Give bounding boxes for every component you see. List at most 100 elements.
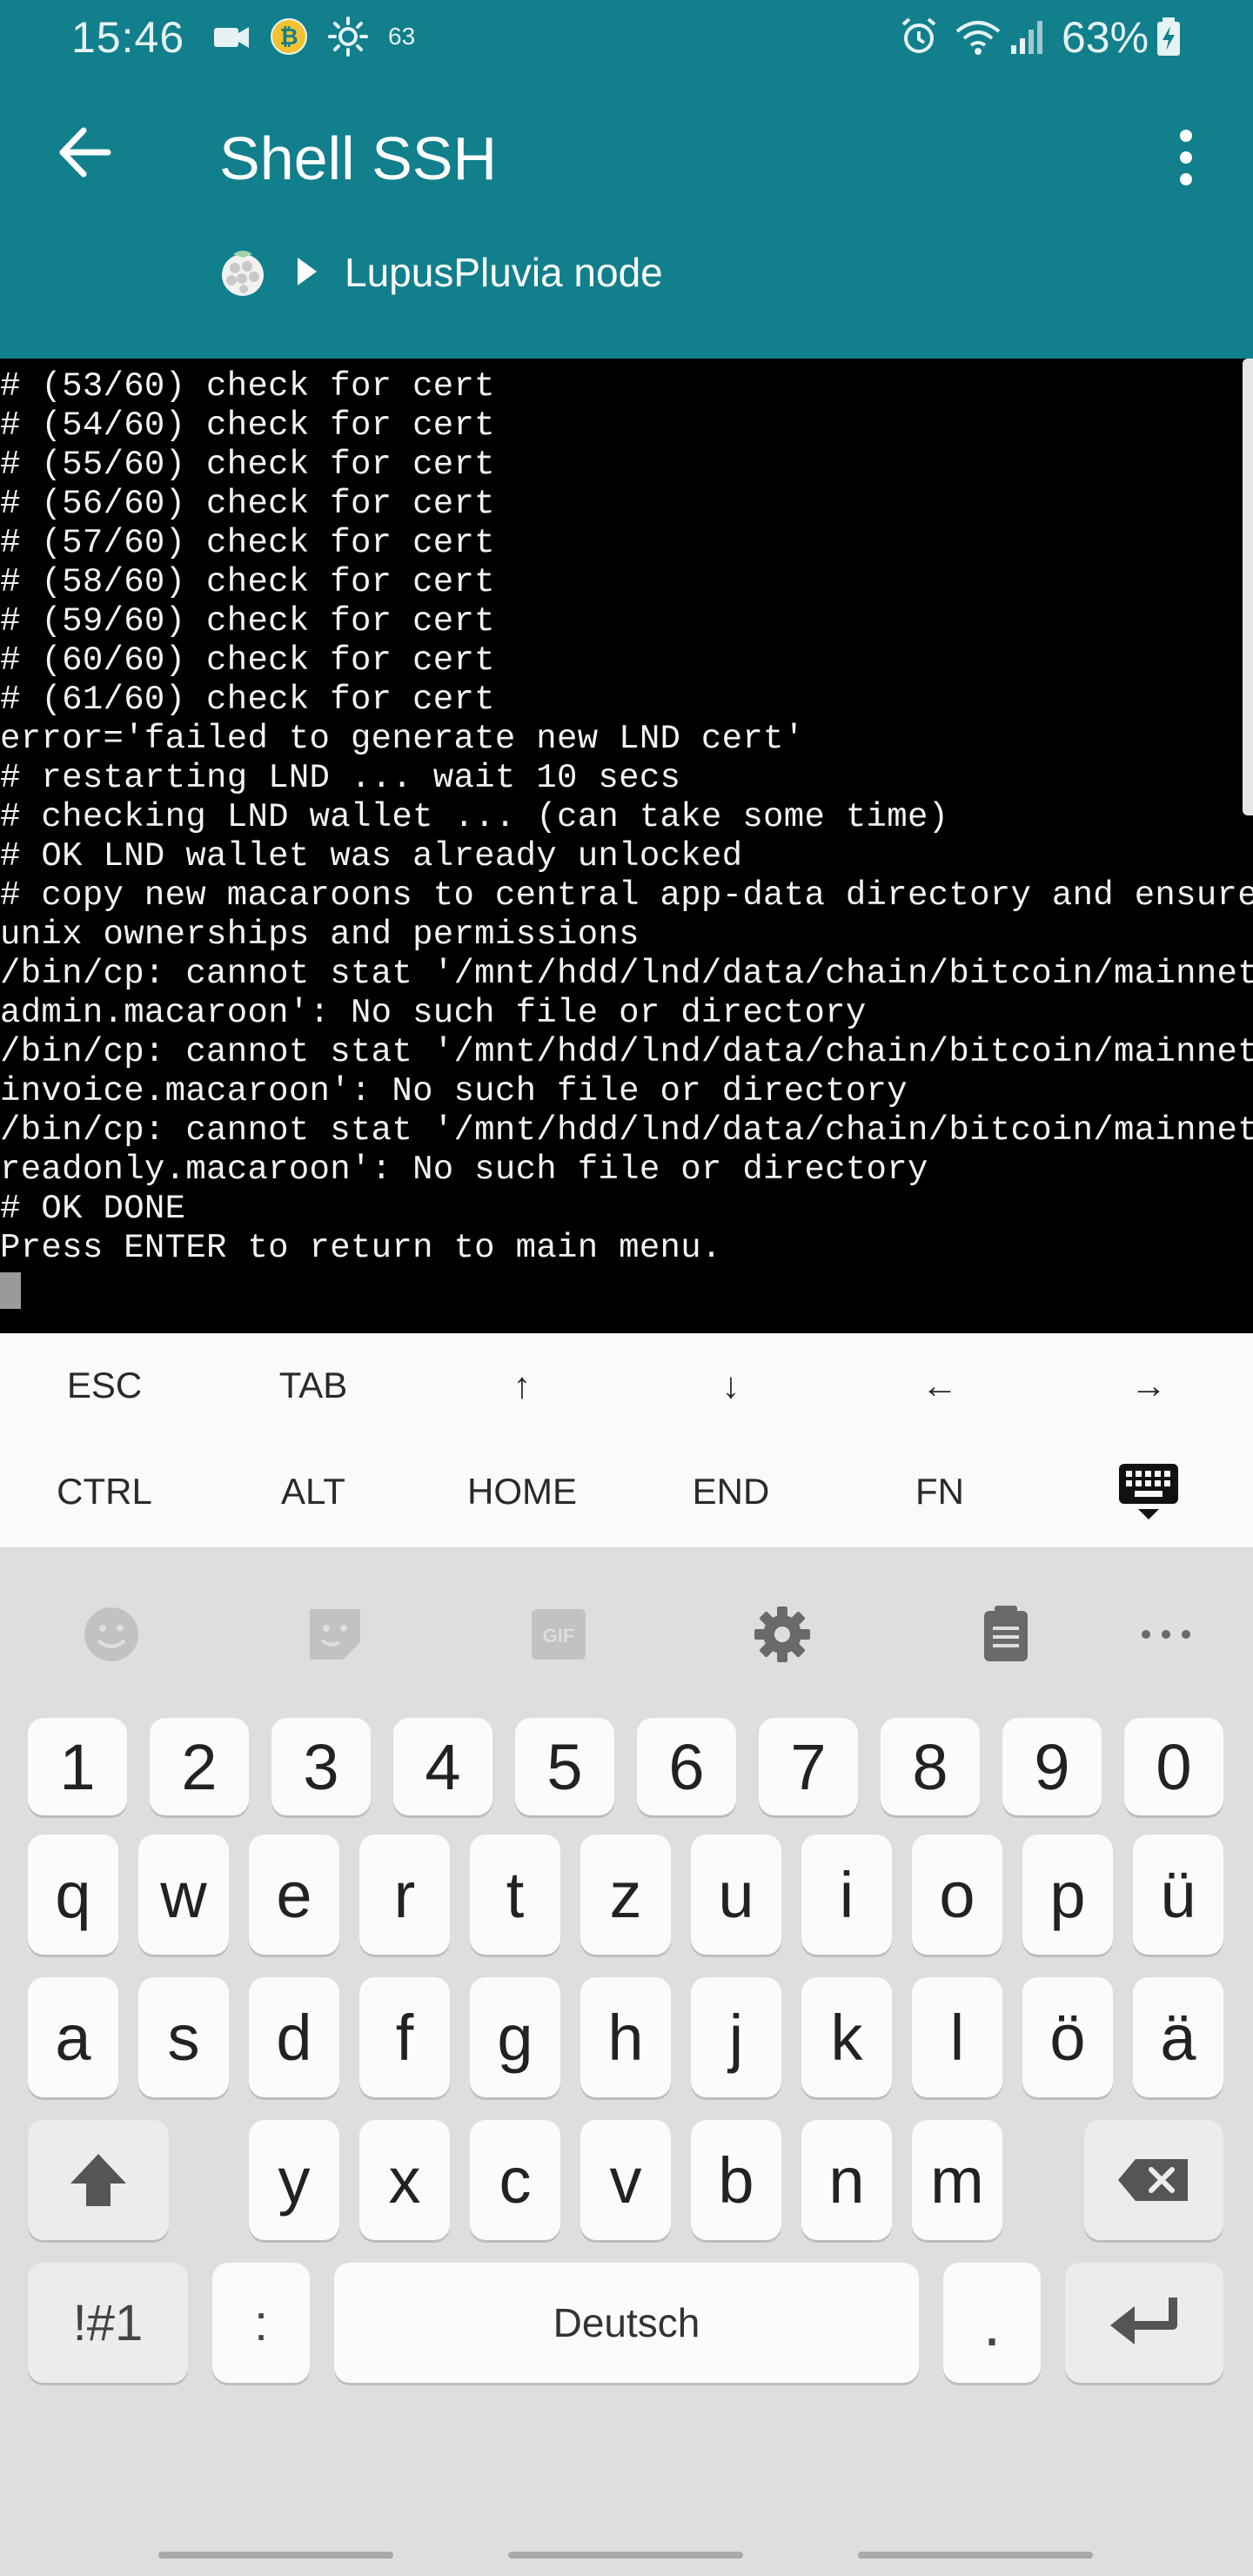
gif-icon: GIF bbox=[532, 1609, 586, 1660]
nav-back-handle[interactable] bbox=[858, 2552, 1093, 2559]
terminal-line: admin.macaroon': No such file or directo… bbox=[0, 994, 867, 1032]
key-a[interactable]: a bbox=[28, 1977, 118, 2097]
clipboard-button[interactable] bbox=[971, 1600, 1041, 1669]
extra-keys-bar: ESC TAB ↑ ↓ ← → CTRL ALT HOME END FN bbox=[0, 1333, 1253, 1547]
sticker-button[interactable] bbox=[300, 1600, 370, 1669]
brightness-icon bbox=[328, 17, 368, 57]
arrow-left-key[interactable]: ← bbox=[835, 1333, 1044, 1438]
terminal-line: # (61/60) check for cert bbox=[0, 681, 495, 719]
tab-key[interactable]: TAB bbox=[209, 1333, 418, 1438]
key-o[interactable]: o bbox=[912, 1835, 1002, 1955]
key-9[interactable]: 9 bbox=[1002, 1718, 1102, 1815]
signal-icon bbox=[1011, 21, 1042, 54]
shift-key[interactable] bbox=[28, 2120, 169, 2240]
keyboard-toggle-button[interactable] bbox=[1044, 1439, 1253, 1544]
key-s[interactable]: s bbox=[138, 1977, 229, 2097]
terminal-view[interactable]: # (53/60) check for cert # (54/60) check… bbox=[0, 359, 1253, 1333]
enter-icon bbox=[1110, 2298, 1177, 2345]
terminal-line: /bin/cp: cannot stat '/mnt/hdd/lnd/data/… bbox=[0, 1033, 1253, 1071]
ctrl-key[interactable]: CTRL bbox=[0, 1439, 209, 1544]
page-title: Shell SSH bbox=[219, 124, 498, 192]
key-5[interactable]: 5 bbox=[515, 1718, 614, 1815]
colon-key[interactable]: : bbox=[212, 2263, 310, 2383]
key-i[interactable]: i bbox=[801, 1835, 892, 1955]
key-q[interactable]: q bbox=[28, 1835, 118, 1955]
key-z[interactable]: z bbox=[580, 1835, 671, 1955]
key-8[interactable]: 8 bbox=[881, 1718, 980, 1815]
nav-home-handle[interactable] bbox=[508, 2552, 743, 2559]
raspberry-icon bbox=[222, 251, 264, 296]
terminal-line: # (59/60) check for cert bbox=[0, 602, 495, 641]
key-d[interactable]: d bbox=[249, 1977, 339, 2097]
key-t[interactable]: t bbox=[470, 1835, 560, 1955]
key-ue[interactable]: ü bbox=[1133, 1835, 1223, 1955]
key-y[interactable]: y bbox=[249, 2120, 339, 2240]
alt-key[interactable]: ALT bbox=[209, 1439, 418, 1544]
home-key[interactable]: HOME bbox=[418, 1439, 626, 1544]
key-b[interactable]: b bbox=[691, 2120, 781, 2240]
key-g[interactable]: g bbox=[470, 1977, 560, 2097]
terminal-line: # copy new macaroons to central app-data… bbox=[0, 876, 1253, 915]
key-w[interactable]: w bbox=[138, 1835, 229, 1955]
key-1[interactable]: 1 bbox=[28, 1718, 127, 1815]
terminal-scrollbar[interactable] bbox=[1243, 359, 1253, 815]
key-j[interactable]: j bbox=[691, 1977, 781, 2097]
terminal-line: # OK DONE bbox=[0, 1190, 186, 1228]
more-button[interactable] bbox=[1131, 1600, 1201, 1669]
end-key[interactable]: END bbox=[626, 1439, 835, 1544]
key-f[interactable]: f bbox=[359, 1977, 450, 2097]
key-e[interactable]: e bbox=[249, 1835, 339, 1955]
space-key[interactable]: Deutsch bbox=[334, 2263, 919, 2383]
key-2[interactable]: 2 bbox=[150, 1718, 249, 1815]
key-c[interactable]: c bbox=[470, 2120, 560, 2240]
arrow-down-key[interactable]: ↓ bbox=[626, 1333, 835, 1438]
symbols-key-label: !#1 bbox=[72, 2294, 144, 2351]
key-ae[interactable]: ä bbox=[1133, 1977, 1223, 2097]
key-3[interactable]: 3 bbox=[271, 1718, 371, 1815]
key-p[interactable]: p bbox=[1022, 1835, 1113, 1955]
fn-key[interactable]: FN bbox=[835, 1439, 1044, 1544]
key-k[interactable]: k bbox=[801, 1977, 892, 2097]
terminal-line: invoice.macaroon': No such file or direc… bbox=[0, 1072, 908, 1110]
more-vert-icon[interactable] bbox=[1147, 118, 1225, 197]
key-h[interactable]: h bbox=[580, 1977, 671, 2097]
terminal-line: # (55/60) check for cert bbox=[0, 446, 495, 484]
key-v[interactable]: v bbox=[580, 2120, 671, 2240]
settings-button[interactable] bbox=[747, 1600, 817, 1669]
terminal-line: # (54/60) check for cert bbox=[0, 406, 495, 445]
emoji-button[interactable] bbox=[77, 1600, 146, 1669]
status-bar: 15:46 ₿ 63 63% bbox=[0, 0, 1253, 78]
key-u[interactable]: u bbox=[691, 1835, 781, 1955]
breadcrumb[interactable]: LupusPluvia node bbox=[0, 235, 1253, 313]
key-4[interactable]: 4 bbox=[393, 1718, 492, 1815]
key-x[interactable]: x bbox=[359, 2120, 450, 2240]
arrow-up-key[interactable]: ↑ bbox=[418, 1333, 626, 1438]
wifi-icon bbox=[955, 21, 1001, 55]
esc-key[interactable]: ESC bbox=[0, 1333, 209, 1438]
status-time: 15:46 bbox=[71, 13, 185, 62]
period-key[interactable]: . bbox=[943, 2263, 1041, 2383]
symbols-key[interactable]: !#1 bbox=[28, 2263, 188, 2383]
emoji-icon bbox=[84, 1607, 138, 1661]
key-m[interactable]: m bbox=[912, 2120, 1002, 2240]
key-6[interactable]: 6 bbox=[637, 1718, 736, 1815]
key-r[interactable]: r bbox=[359, 1835, 450, 1955]
video-icon bbox=[214, 27, 249, 48]
arrow-left-icon[interactable] bbox=[45, 113, 124, 191]
key-0[interactable]: 0 bbox=[1124, 1718, 1223, 1815]
settings-icon bbox=[754, 1607, 810, 1662]
key-n[interactable]: n bbox=[801, 2120, 892, 2240]
key-7[interactable]: 7 bbox=[759, 1718, 858, 1815]
app-bar: Shell SSH bbox=[0, 78, 1253, 244]
key-oe[interactable]: ö bbox=[1022, 1977, 1113, 2097]
space-key-label: Deutsch bbox=[553, 2300, 700, 2345]
gif-button[interactable]: GIF bbox=[524, 1600, 593, 1669]
key-l[interactable]: l bbox=[912, 1977, 1002, 2097]
enter-key[interactable] bbox=[1065, 2263, 1223, 2383]
clipboard-icon bbox=[984, 1606, 1028, 1661]
soft-keyboard: GIF 1 2 3 4 5 6 7 8 9 0 q w e r t z u i … bbox=[0, 1547, 1253, 2576]
nav-recent-handle[interactable] bbox=[158, 2552, 393, 2559]
arrow-right-key[interactable]: → bbox=[1044, 1333, 1253, 1438]
backspace-key[interactable] bbox=[1084, 2120, 1223, 2240]
terminal-output: # (53/60) check for cert # (54/60) check… bbox=[0, 367, 1253, 1268]
